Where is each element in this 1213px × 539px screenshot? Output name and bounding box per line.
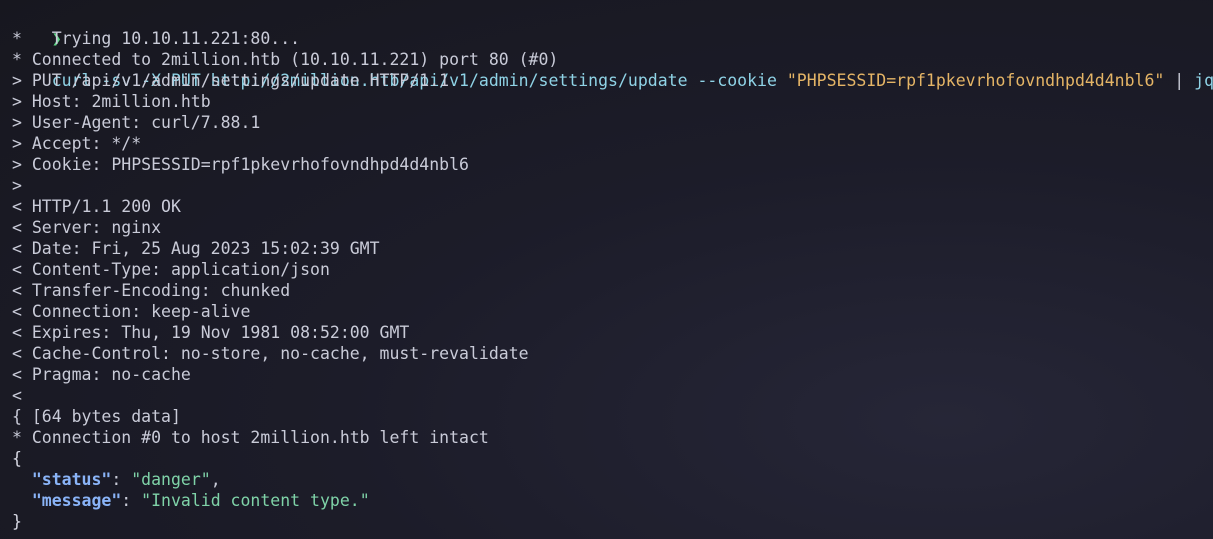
output-line: > <box>12 176 22 195</box>
cookie-argument: "PHPSESSID=rpf1pkevrhofovndhpd4d4nbl6" <box>786 71 1165 90</box>
output-line: < Date: Fri, 25 Aug 2023 15:02:39 GMT <box>12 239 380 258</box>
output-line: < Transfer-Encoding: chunked <box>12 281 291 300</box>
output-line: { [64 bytes data] <box>12 407 181 426</box>
output-line: * Connection #0 to host 2million.htb lef… <box>12 428 489 447</box>
output-line: < HTTP/1.1 200 OK <box>12 197 181 216</box>
jq-command: jq <box>1194 71 1213 90</box>
json-status-comma: , <box>210 470 221 489</box>
json-status-line: "status": "danger", <box>12 469 1213 490</box>
output-line: > User-Agent: curl/7.88.1 <box>12 113 261 132</box>
json-message-key: "message" <box>31 491 122 510</box>
json-status-value: "danger" <box>131 470 211 489</box>
pipe-symbol: | <box>1164 71 1195 90</box>
output-line: * Connected to 2million.htb (10.10.11.22… <box>12 50 559 69</box>
output-line: < Connection: keep-alive <box>12 302 251 321</box>
output-line: < Pragma: no-cache <box>12 365 191 384</box>
output-line: > Host: 2million.htb <box>12 92 211 111</box>
output-line: < Expires: Thu, 19 Nov 1981 08:52:00 GMT <box>12 323 410 342</box>
json-open-brace: { <box>12 449 22 468</box>
output-line: < <box>12 386 22 405</box>
json-message-value: "Invalid content type." <box>141 491 370 510</box>
output-line: < Server: nginx <box>12 218 162 237</box>
output-line: > Accept: */* <box>12 134 142 153</box>
json-status-key: "status" <box>31 470 112 489</box>
json-message-line: "message": "Invalid content type." <box>12 490 1213 511</box>
output-line: * Trying 10.10.11.221:80... <box>12 29 301 48</box>
json-status-separator: : <box>111 470 132 489</box>
command-prompt-line: ❯ curl -sv -X PUT http://2million.htb/ap… <box>12 7 1213 90</box>
json-message-separator: : <box>121 491 142 510</box>
output-line: > Cookie: PHPSESSID=rpf1pkevrhofovndhpd4… <box>12 155 469 174</box>
output-line: < Cache-Control: no-store, no-cache, mus… <box>12 344 529 363</box>
terminal-window[interactable]: ❯ curl -sv -X PUT http://2million.htb/ap… <box>0 0 1213 539</box>
output-line: < Content-Type: application/json <box>12 260 330 279</box>
json-close-brace: } <box>12 512 22 531</box>
